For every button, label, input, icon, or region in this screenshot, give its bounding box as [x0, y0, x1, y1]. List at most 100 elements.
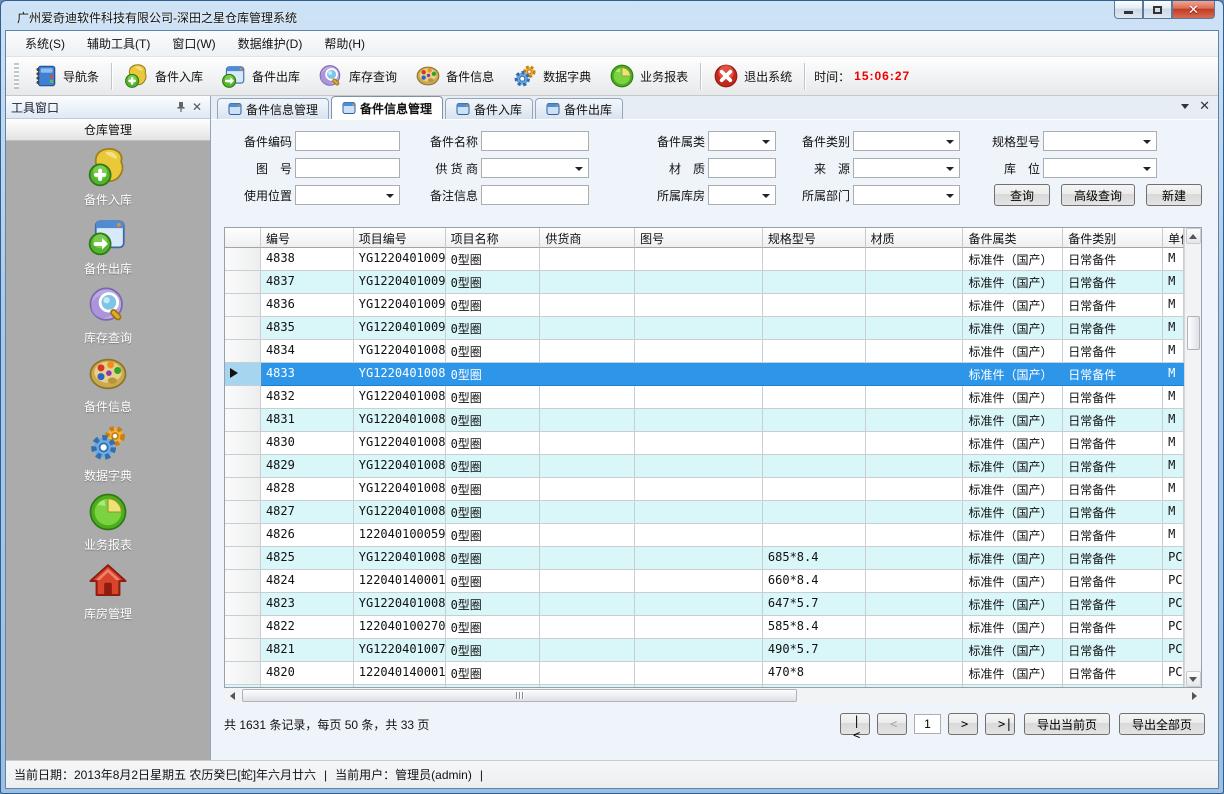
source-select[interactable]: [853, 158, 960, 178]
close-button[interactable]: ✕: [1172, 1, 1215, 19]
table-row[interactable]: 4833 YG12204010088 0型圈 标准件（国产） 日常备件: [225, 363, 1184, 386]
vertical-scroll-thumb[interactable]: [1187, 316, 1200, 350]
row-selector-cell[interactable]: [225, 524, 261, 547]
prev-page-button[interactable]: <: [877, 713, 907, 735]
col-header-genus[interactable]: 备件属类: [963, 228, 1063, 248]
toolbar-exit-system-button[interactable]: 退出系统: [704, 60, 801, 92]
sidebar-item-data-dictionary[interactable]: 数据字典: [6, 422, 210, 482]
next-page-button[interactable]: >: [948, 713, 978, 735]
query-button[interactable]: 查询: [994, 184, 1050, 206]
row-selector-cell[interactable]: [225, 501, 261, 524]
row-selector-cell[interactable]: [225, 616, 261, 639]
row-selector-header[interactable]: [225, 228, 261, 248]
part-name-input[interactable]: [481, 131, 589, 151]
new-button[interactable]: 新建: [1146, 184, 1202, 206]
table-row[interactable]: 4831 YG12204010086 0型圈 标准件（国产） 日常备件: [225, 409, 1184, 432]
table-row[interactable]: 4820 1220401400013 0型圈 470*8 标准件（国产） 日常备…: [225, 662, 1184, 685]
sidebar-item-parts-in[interactable]: 备件入库: [6, 146, 210, 206]
row-selector-cell[interactable]: [225, 593, 261, 616]
toolbar-business-report-button[interactable]: 业务报表: [600, 60, 697, 92]
col-header-id[interactable]: 编号: [261, 228, 354, 248]
table-row[interactable]: 4837 YG12204010092 0型圈 标准件（国产） 日常备件: [225, 271, 1184, 294]
tab-close-icon[interactable]: ✕: [1199, 101, 1210, 111]
usage-position-select[interactable]: [295, 185, 400, 205]
row-selector-cell[interactable]: [225, 432, 261, 455]
table-row[interactable]: 4822 1220401002700 0型圈 585*8.4 标准件（国产） 日…: [225, 616, 1184, 639]
tab-parts-out[interactable]: 备件出库: [535, 98, 623, 119]
table-row[interactable]: 4829 YG12204010084 0型圈 标准件（国产） 日常备件: [225, 455, 1184, 478]
table-row[interactable]: 4834 YG12204010089 0型圈 标准件（国产） 日常备件: [225, 340, 1184, 363]
table-row[interactable]: 4832 YG12204010087 0型圈 标准件（国产） 日常备件: [225, 386, 1184, 409]
row-selector-cell[interactable]: [225, 294, 261, 317]
part-code-input[interactable]: [295, 131, 400, 151]
toolbar-parts-in-button[interactable]: 备件入库: [115, 60, 212, 92]
row-selector-cell[interactable]: [225, 455, 261, 478]
location-select[interactable]: [1043, 158, 1157, 178]
scroll-up-icon[interactable]: [1186, 228, 1201, 244]
col-header-unit[interactable]: 单位: [1163, 228, 1184, 248]
vertical-scrollbar[interactable]: [1184, 228, 1201, 687]
tab-parts-info-mgmt-1[interactable]: 备件信息管理: [217, 98, 329, 119]
part-category-select[interactable]: [853, 131, 960, 151]
row-selector-cell[interactable]: [225, 271, 261, 294]
table-row[interactable]: 4836 YG12204010091 0型圈 标准件（国产） 日常备件: [225, 294, 1184, 317]
menu-help[interactable]: 帮助(H): [313, 31, 376, 56]
table-row[interactable]: 4827 YG12204010082 0型圈 标准件（国产） 日常备件: [225, 501, 1184, 524]
row-selector-cell[interactable]: [225, 363, 261, 386]
row-selector-cell[interactable]: [225, 317, 261, 340]
spec-model-select[interactable]: [1043, 131, 1157, 151]
sidebar-item-parts-info[interactable]: 备件信息: [6, 353, 210, 413]
warehouse-select[interactable]: [708, 185, 776, 205]
col-header-project-no[interactable]: 项目编号: [354, 228, 446, 248]
titlebar[interactable]: 广州爱奇迪软件科技有限公司-深田之星仓库管理系统 ✕: [5, 5, 1219, 30]
last-page-button[interactable]: >|: [985, 713, 1015, 735]
material-input[interactable]: [708, 158, 776, 178]
scroll-left-icon[interactable]: [224, 689, 240, 702]
scroll-down-icon[interactable]: [1186, 671, 1201, 687]
row-selector-cell[interactable]: [225, 409, 261, 432]
row-selector-cell[interactable]: [225, 570, 261, 593]
toolbar-grip[interactable]: [14, 63, 19, 89]
drawing-no-input[interactable]: [295, 158, 400, 178]
table-row[interactable]: 4835 YG12204010090 0型圈 标准件（国产） 日常备件: [225, 317, 1184, 340]
menu-window[interactable]: 窗口(W): [161, 31, 226, 56]
col-header-project-name[interactable]: 项目名称: [446, 228, 541, 248]
row-selector-cell[interactable]: [225, 248, 261, 271]
tool-window-close-icon[interactable]: ✕: [189, 100, 205, 114]
toolbar-parts-out-button[interactable]: 备件出库: [212, 60, 309, 92]
table-row[interactable]: 4821 YG12204010079 0型圈 490*5.7 标准件（国产） 日…: [225, 639, 1184, 662]
row-selector-cell[interactable]: [225, 340, 261, 363]
col-header-spec[interactable]: 规格型号: [763, 228, 866, 248]
warehouse-group-header[interactable]: 仓库管理: [6, 119, 210, 141]
remark-input[interactable]: [481, 185, 589, 205]
horizontal-scroll-thumb[interactable]: [242, 689, 797, 702]
maximize-button[interactable]: [1143, 1, 1172, 19]
menu-data-maintenance[interactable]: 数据维护(D): [227, 31, 314, 56]
export-current-page-button[interactable]: 导出当前页: [1024, 713, 1110, 735]
table-row[interactable]: 4825 YG12204010081 0型圈 685*8.4 标准件（国产） 日…: [225, 547, 1184, 570]
tab-parts-in[interactable]: 备件入库: [445, 98, 533, 119]
sidebar-item-stock-query[interactable]: 库存查询: [6, 284, 210, 344]
tab-list-dropdown-icon[interactable]: [1181, 104, 1189, 109]
col-header-drawing-no[interactable]: 图号: [635, 228, 763, 248]
toolbar-data-dictionary-button[interactable]: 数据字典: [503, 60, 600, 92]
toolbar-navbar-button[interactable]: 导航条: [23, 60, 108, 92]
scroll-right-icon[interactable]: [1186, 689, 1202, 702]
table-row[interactable]: 4826 1220401000599 0型圈 标准件（国产） 日常备件: [225, 524, 1184, 547]
row-selector-cell[interactable]: [225, 662, 261, 685]
menu-aux-tools[interactable]: 辅助工具(T): [76, 31, 161, 56]
col-header-category[interactable]: 备件类别: [1063, 228, 1163, 248]
sidebar-item-parts-out[interactable]: 备件出库: [6, 215, 210, 275]
page-number-input[interactable]: [914, 714, 941, 734]
first-page-button[interactable]: |<: [840, 713, 870, 735]
department-select[interactable]: [853, 185, 960, 205]
table-row[interactable]: 4824 1220401400012 0型圈 660*8.4 标准件（国产） 日…: [225, 570, 1184, 593]
part-genus-select[interactable]: [708, 131, 776, 151]
toolbar-parts-info-button[interactable]: 备件信息: [406, 60, 503, 92]
table-row[interactable]: 4830 YG12204010085 0型圈 标准件（国产） 日常备件: [225, 432, 1184, 455]
sidebar-item-warehouse-mgmt[interactable]: 库房管理: [6, 560, 210, 620]
pin-icon[interactable]: [173, 101, 189, 113]
row-selector-cell[interactable]: [225, 547, 261, 570]
col-header-material[interactable]: 材质: [866, 228, 964, 248]
row-selector-cell[interactable]: [225, 478, 261, 501]
